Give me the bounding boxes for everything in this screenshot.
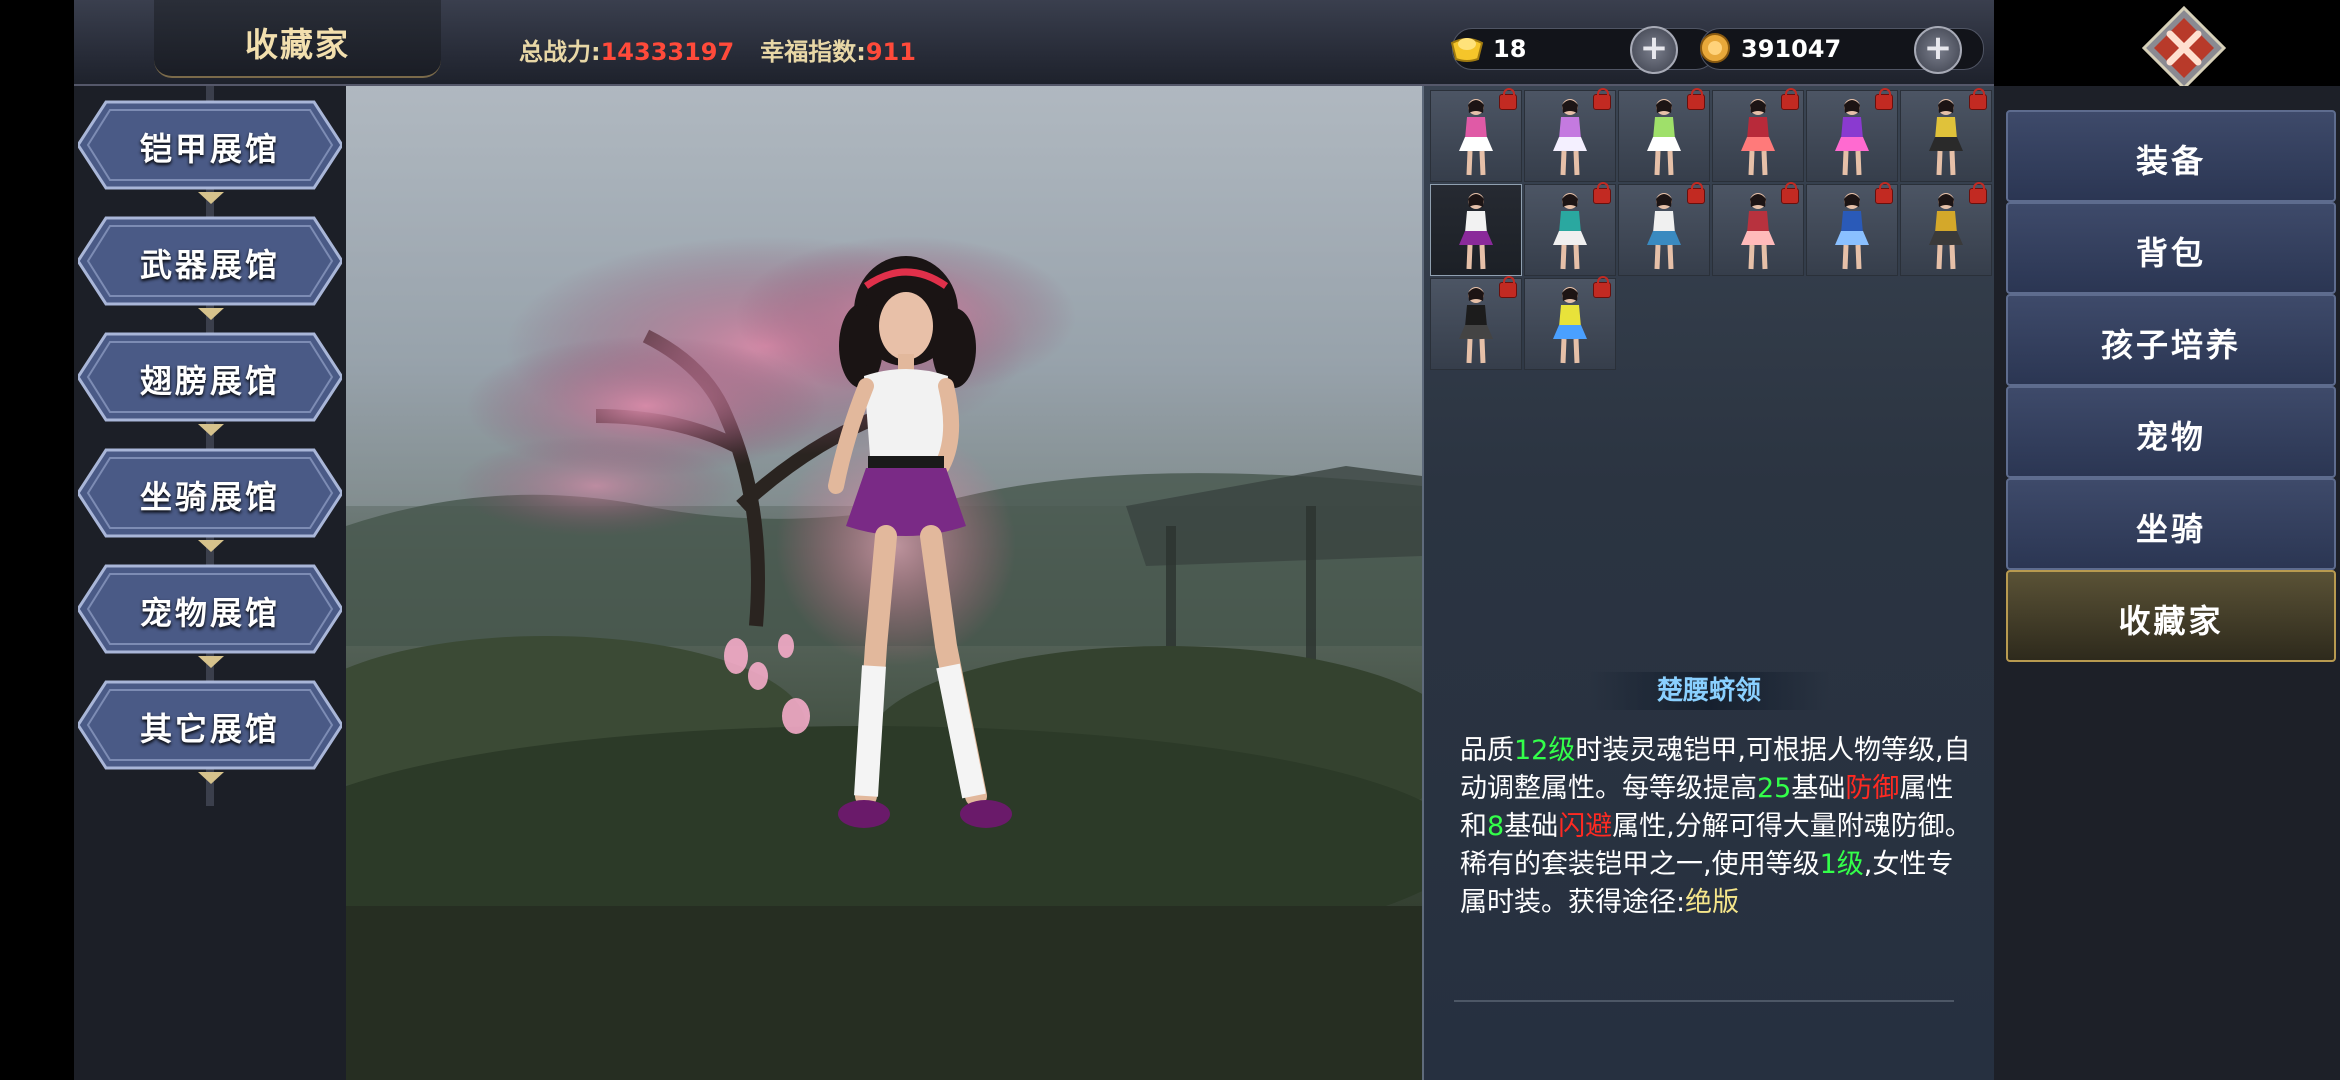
game-screen: 收藏家 总战力:14333197 幸福指数:911 18 + 391047 + — [0, 0, 2340, 1080]
desc-defense-stat: 防御 — [1845, 773, 1900, 804]
hall-weapons[interactable]: 武器展馆 — [78, 216, 342, 306]
down-arrow-icon — [198, 540, 224, 552]
costume-slot[interactable] — [1524, 88, 1616, 182]
gold-ingot-icon — [1450, 38, 1484, 62]
menu-label: 孩子培养 — [2100, 326, 2241, 364]
costume-slot[interactable] — [1430, 88, 1522, 182]
down-arrow-icon — [198, 772, 224, 784]
desc-dodge-bonus: 8 — [1487, 811, 1505, 842]
happiness-value: 911 — [865, 38, 916, 66]
hall-label: 坐骑展馆 — [139, 478, 280, 516]
hall-wings[interactable]: 翅膀展馆 — [78, 332, 342, 422]
hall-armor[interactable]: 铠甲展馆 — [78, 100, 342, 190]
lock-icon — [1875, 182, 1893, 204]
desc-required-level: 1级 — [1819, 849, 1864, 880]
lock-icon — [1687, 182, 1705, 204]
hall-pets[interactable]: 宠物展馆 — [78, 564, 342, 654]
happiness-label: 幸福指数: — [760, 38, 866, 66]
power-label: 总战力: — [519, 38, 601, 66]
desc-text: 品质 — [1460, 735, 1514, 766]
hall-label: 铠甲展馆 — [139, 130, 280, 168]
side-menu: 装备 背包 孩子培养 宠物 坐骑 收藏家 — [1994, 86, 2340, 1080]
character-preview-scene[interactable] — [346, 86, 1422, 1080]
lock-icon — [1875, 88, 1893, 110]
lock-icon — [1499, 88, 1517, 110]
menu-mount-button[interactable]: 坐骑 — [2006, 478, 2336, 570]
down-arrow-icon — [198, 308, 224, 320]
lock-icon — [1687, 88, 1705, 110]
menu-bag-button[interactable]: 背包 — [2006, 202, 2336, 294]
menu-equipment-button[interactable]: 装备 — [2006, 110, 2336, 202]
collection-panel: 楚腰蛴领 品质12级时装灵魂铠甲,可根据人物等级,自动调整属性。每等级提高25基… — [1422, 86, 1996, 1080]
costume-slot[interactable] — [1806, 88, 1898, 182]
item-name: 楚腰蛴领 — [1589, 672, 1829, 710]
menu-label: 收藏家 — [2118, 602, 2224, 640]
costume-slot[interactable] — [1712, 88, 1804, 182]
divider — [1454, 1000, 1954, 1002]
desc-dodge-stat: 闪避 — [1558, 811, 1613, 842]
lock-icon — [1969, 182, 1987, 204]
lock-icon — [1499, 276, 1517, 298]
hall-label: 武器展馆 — [139, 246, 280, 284]
coin-value: 391047 — [1741, 35, 1842, 63]
lock-icon — [1593, 276, 1611, 298]
costume-figure — [1459, 193, 1493, 270]
player-stats: 总战力:14333197 幸福指数:911 — [519, 32, 942, 67]
add-gold-button[interactable]: + — [1630, 26, 1678, 74]
menu-pet-button[interactable]: 宠物 — [2006, 386, 2336, 478]
hall-others[interactable]: 其它展馆 — [78, 680, 342, 770]
lock-icon — [1593, 182, 1611, 204]
menu-label: 宠物 — [2135, 418, 2206, 456]
hall-label: 宠物展馆 — [139, 594, 280, 632]
costume-slot[interactable] — [1524, 182, 1616, 276]
desc-defense-bonus: 25 — [1757, 773, 1792, 804]
lock-icon — [1969, 88, 1987, 110]
desc-text: 基础 — [1504, 811, 1559, 842]
menu-label: 背包 — [2135, 234, 2206, 272]
menu-label: 坐骑 — [2135, 510, 2206, 548]
title-plate: 收藏家 — [154, 0, 441, 78]
hall-mounts[interactable]: 坐骑展馆 — [78, 448, 342, 538]
costume-slot[interactable] — [1900, 88, 1992, 182]
close-icon[interactable] — [2142, 6, 2226, 90]
menu-collector-button[interactable]: 收藏家 — [2006, 570, 2336, 662]
scene-background — [346, 86, 1422, 1080]
top-bar: 收藏家 总战力:14333197 幸福指数:911 18 + 391047 + — [74, 0, 1994, 86]
coin-icon — [1700, 33, 1730, 63]
down-arrow-icon — [198, 424, 224, 436]
add-coin-button[interactable]: + — [1914, 26, 1962, 74]
lock-icon — [1593, 88, 1611, 110]
power-value: 14333197 — [600, 38, 735, 66]
menu-child-training-button[interactable]: 孩子培养 — [2006, 294, 2336, 386]
costume-slot[interactable] — [1618, 88, 1710, 182]
desc-quality-level: 12级 — [1514, 735, 1576, 766]
desc-text: 基础 — [1791, 773, 1846, 804]
lock-icon — [1781, 182, 1799, 204]
down-arrow-icon — [198, 656, 224, 668]
menu-label: 装备 — [2135, 142, 2206, 180]
gold-value: 18 — [1493, 35, 1527, 63]
costume-slot[interactable] — [1618, 182, 1710, 276]
item-description: 品质12级时装灵魂铠甲,可根据人物等级,自动调整属性。每等级提高25基础防御属性… — [1460, 732, 1972, 922]
lock-icon — [1781, 88, 1799, 110]
costume-slot[interactable] — [1524, 276, 1616, 370]
hall-nav: 铠甲展馆 武器展馆 翅膀展馆 坐骑展馆 宠物展馆 其它展馆 — [74, 86, 346, 1080]
desc-source: 绝版 — [1685, 887, 1740, 918]
costume-slot[interactable] — [1712, 182, 1804, 276]
page-title: 收藏家 — [245, 25, 350, 64]
costume-slot[interactable] — [1900, 182, 1992, 276]
costume-slot[interactable] — [1430, 276, 1522, 370]
down-arrow-icon — [198, 192, 224, 204]
hall-label: 其它展馆 — [139, 710, 280, 748]
hall-label: 翅膀展馆 — [139, 362, 280, 400]
costume-slot[interactable] — [1806, 182, 1898, 276]
costume-slot[interactable] — [1430, 184, 1522, 276]
